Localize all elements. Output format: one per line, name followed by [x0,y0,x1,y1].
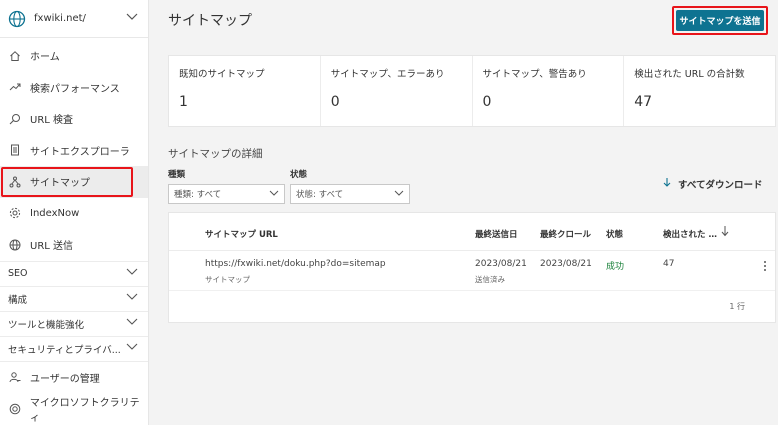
main-content: サイトマップ サイトマップを送信 既知のサイトマップ 1 サイトマップ、エラーあ… [150,0,778,425]
sidebar-item-url-inspection[interactable]: URL 検査 [0,103,148,135]
sidebar-section-security[interactable]: セキュリティとプライバ... [0,335,148,361]
sidebar-item-search-performance[interactable]: 検索パフォーマンス [0,72,148,104]
download-all-button[interactable]: すべてダウンロード [662,177,762,191]
sidebar-item-home[interactable]: ホーム [0,40,148,72]
sort-arrow-icon[interactable] [721,225,729,240]
stat-label: 検出された URL の合計数 [634,69,745,80]
site-name: fxwiki.net/ [34,13,86,24]
col-discovered[interactable]: 検出された … [663,228,717,240]
col-status[interactable]: 状態 [606,228,623,240]
stat-known-sitemaps: 既知のサイトマップ 1 [169,56,321,126]
stats-panel: 既知のサイトマップ 1 サイトマップ、エラーあり 0 サイトマップ、警告あり 0… [168,55,776,127]
sidebar-item-label: サイトマップ [30,178,90,190]
clarity-icon [8,402,22,416]
row-count: 1 行 [729,302,745,311]
status-filter-label: 状態 [290,170,308,180]
status-filter-select[interactable]: 状態: すべて [290,184,410,204]
sidebar-item-sitemaps[interactable]: サイトマップ [0,166,148,198]
sidebar-item-site-explorer[interactable]: サイトエクスプローラ [0,135,148,167]
row-status: 成功 [606,262,625,272]
page-title: サイトマップ [168,13,252,29]
row-url-sub: サイトマップ [205,275,250,284]
type-filter-value: 種類: すべて [174,190,222,200]
sitemap-icon [8,175,22,189]
stat-total-discovered-urls: 検出された URL の合計数 47 [624,56,775,126]
stat-value: 0 [330,94,340,110]
details-title: サイトマップの詳細 [168,148,263,160]
col-sitemap-url[interactable]: サイトマップ URL [205,228,278,240]
header: サイトマップ サイトマップを送信 [150,0,778,40]
row-url[interactable]: https://fxwiki.net/doku.php?do=sitemap [205,259,386,269]
sidebar-item-clarity[interactable]: マイクロソフトクラリティ [0,393,148,425]
submit-sitemap-button[interactable]: サイトマップを送信 [676,9,764,31]
stat-value: 47 [634,94,653,110]
stat-sitemaps-with-warnings: サイトマップ、警告あり 0 [473,56,625,126]
row-last-submitted-sub: 送信済み [475,275,505,284]
sidebar-item-label: URL 送信 [30,241,74,253]
chevron-down-icon [394,189,404,199]
row-last-crawl: 2023/08/21 [540,259,592,269]
sidebar-section-config[interactable]: 構成 [0,285,148,311]
sidebar-item-label: ホーム [30,52,60,64]
gear-icon [8,206,22,220]
sidebar-item-label: マイクロソフトクラリティ [29,397,140,424]
table-row[interactable]: https://fxwiki.net/doku.php?do=sitemap サ… [169,251,775,291]
chevron-down-icon [126,343,138,354]
sidebar-item-label: ユーザーの管理 [30,373,100,385]
stat-label: サイトマップ、エラーあり [330,69,445,80]
stat-label: サイトマップ、警告あり [482,69,587,80]
user-icon [8,370,22,384]
type-filter: 種類 種類: すべて [168,168,285,204]
row-discovered: 47 [663,259,675,269]
sidebar-item-indexnow[interactable]: IndexNow [0,198,148,230]
stat-value: 1 [179,94,188,110]
submit-button-highlight: サイトマップを送信 [672,5,768,35]
globe-icon [8,10,26,28]
table-footer: 1 行 [169,291,775,321]
chevron-down-icon [126,268,138,279]
stat-label: 既知のサイトマップ [179,69,265,80]
sidebar-item-label: IndexNow [30,207,80,219]
sitemap-table: サイトマップ URL 最終送信日 最終クロール 状態 検出された … https… [168,212,776,323]
sidebar-item-url-submission[interactable]: URL 送信 [0,229,148,261]
sidebar-item-label: サイトエクスプローラ [30,146,130,158]
sidebar-section-tools[interactable]: ツールと機能強化 [0,310,148,336]
document-icon [8,143,22,157]
status-filter-value: 状態: すべて [296,190,344,200]
table-header: サイトマップ URL 最終送信日 最終クロール 状態 検出された … [169,213,775,251]
type-filter-select[interactable]: 種類: すべて [168,184,285,204]
trending-icon [8,80,22,94]
home-icon [8,49,22,63]
site-selector[interactable]: fxwiki.net/ [0,0,148,38]
download-label: すべてダウンロード [678,180,763,191]
section-label: ツールと機能強化 [8,319,85,331]
col-last-submitted[interactable]: 最終送信日 [475,228,518,240]
sidebar: fxwiki.net/ ホーム 検索パフォーマンス URL 検査 サイトエクスプ… [0,0,149,425]
download-icon [662,177,672,191]
stat-value: 0 [482,94,492,110]
type-filter-label: 種類 [168,170,186,180]
chevron-down-icon [126,13,138,24]
row-last-submitted: 2023/08/21 [475,259,527,269]
globe-icon [8,238,22,252]
search-icon [8,112,22,126]
sidebar-item-label: URL 検査 [30,115,74,127]
status-filter: 状態 状態: すべて [290,168,410,204]
stat-sitemaps-with-errors: サイトマップ、エラーあり 0 [321,56,473,126]
chevron-down-icon [126,293,138,304]
chevron-down-icon [126,318,138,329]
sidebar-item-user-management[interactable]: ユーザーの管理 [0,362,148,394]
section-label: SEO [8,268,28,279]
chevron-down-icon [269,189,279,199]
more-options-icon[interactable] [763,260,767,275]
sidebar-section-seo[interactable]: SEO [0,260,148,286]
col-last-crawl[interactable]: 最終クロール [540,228,591,240]
sidebar-item-label: 検索パフォーマンス [30,83,120,95]
section-label: 構成 [8,294,28,306]
section-label: セキュリティとプライバ... [8,344,121,356]
